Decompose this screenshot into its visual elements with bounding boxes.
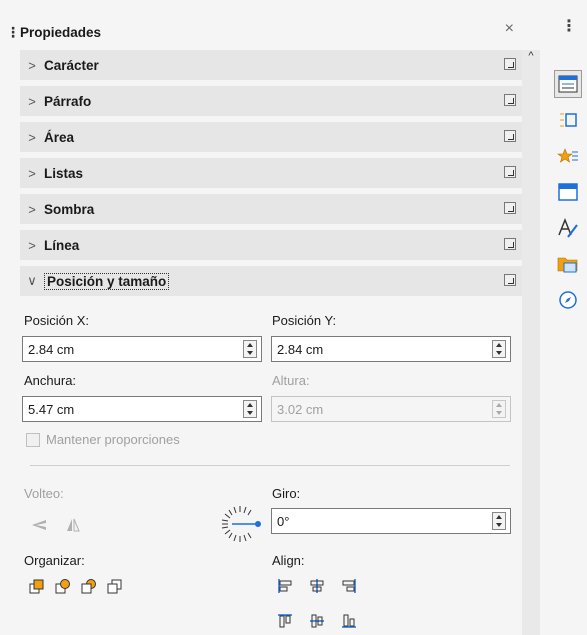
width-label: Anchura: xyxy=(24,373,77,388)
spin-arrows-icon[interactable] xyxy=(492,340,506,358)
rotation-field[interactable]: 0° xyxy=(271,508,511,534)
flip-horizontal-icon xyxy=(62,514,84,536)
properties-icon[interactable] xyxy=(554,70,582,98)
spin-arrows-icon[interactable] xyxy=(243,400,257,418)
page-icon[interactable] xyxy=(554,178,582,206)
rotation-dial-icon[interactable] xyxy=(216,500,264,548)
section-label: Sombra xyxy=(44,201,95,217)
bring-forward-icon[interactable] xyxy=(52,575,74,597)
section-label: Línea xyxy=(44,237,80,253)
keep-ratio-checkbox: Mantener proporciones xyxy=(26,432,180,447)
section-parrafo[interactable]: > Párrafo xyxy=(20,86,522,118)
more-options-icon[interactable] xyxy=(504,202,516,214)
divider xyxy=(30,465,510,466)
section-area[interactable]: > Área xyxy=(20,122,522,154)
chevron-right-icon: > xyxy=(28,165,36,181)
pos-x-value[interactable]: 2.84 cm xyxy=(23,342,243,357)
height-label: Altura: xyxy=(272,373,310,388)
more-options-icon[interactable] xyxy=(504,94,516,106)
gallery-icon[interactable] xyxy=(554,142,582,170)
keep-ratio-label: Mantener proporciones xyxy=(46,432,180,447)
more-options-icon[interactable] xyxy=(504,58,516,70)
chevron-right-icon: > xyxy=(28,237,36,253)
chevron-right-icon: > xyxy=(28,93,36,109)
section-label: Listas xyxy=(44,165,84,181)
checkbox-box xyxy=(26,432,40,447)
chevron-right-icon: > xyxy=(28,201,36,217)
more-options-icon[interactable] xyxy=(504,274,516,286)
align-right-icon[interactable] xyxy=(338,575,360,597)
height-field: 3.02 cm xyxy=(271,396,511,422)
flip-label: Volteo: xyxy=(24,486,64,501)
align-left-icon[interactable] xyxy=(274,575,296,597)
bring-to-front-icon[interactable] xyxy=(26,575,48,597)
align-top-icon[interactable] xyxy=(274,610,296,632)
vertical-scrollbar[interactable]: ^ xyxy=(522,50,540,635)
styles-icon[interactable] xyxy=(554,106,582,134)
align-label: Align: xyxy=(272,553,305,568)
panel-titlebar: ⋮ Propiedades × xyxy=(0,14,524,50)
rotation-value[interactable]: 0° xyxy=(272,514,492,529)
panel-title: Propiedades xyxy=(20,24,102,40)
pos-x-label: Posición X: xyxy=(24,313,90,328)
more-options-icon[interactable] xyxy=(504,238,516,250)
align-center-icon[interactable] xyxy=(306,575,328,597)
width-field[interactable]: 5.47 cm xyxy=(22,396,262,422)
send-backward-icon[interactable] xyxy=(78,575,100,597)
deck-menu-icon[interactable]: ⋮ xyxy=(561,16,577,36)
pos-x-field[interactable]: 2.84 cm xyxy=(22,336,262,362)
navigator-folder-icon[interactable] xyxy=(554,250,582,278)
chevron-right-icon: > xyxy=(28,129,36,145)
scroll-up-arrow-icon[interactable]: ^ xyxy=(522,50,540,68)
section-label: Área xyxy=(44,129,75,145)
style-inspector-icon[interactable] xyxy=(554,214,582,242)
pos-y-value[interactable]: 2.84 cm xyxy=(272,342,492,357)
section-label: Carácter xyxy=(44,57,99,73)
section-sombra[interactable]: > Sombra xyxy=(20,194,522,226)
section-caracter[interactable]: > Carácter xyxy=(20,50,522,82)
arrange-label: Organizar: xyxy=(24,553,85,568)
align-bottom-icon[interactable] xyxy=(338,610,360,632)
section-label: Párrafo xyxy=(44,93,92,109)
rotation-label: Giro: xyxy=(272,486,301,501)
navigator-icon[interactable] xyxy=(554,286,582,314)
more-options-icon[interactable] xyxy=(504,130,516,142)
height-value: 3.02 cm xyxy=(277,401,324,417)
send-to-back-icon[interactable] xyxy=(104,575,126,597)
sidebar-tab-deck: ⋮ xyxy=(548,0,587,635)
flip-vertical-icon xyxy=(28,514,50,536)
chevron-right-icon: > xyxy=(28,57,36,73)
section-listas[interactable]: > Listas xyxy=(20,158,522,190)
align-middle-icon[interactable] xyxy=(306,610,328,632)
spin-arrows-icon xyxy=(492,400,506,418)
pos-y-field[interactable]: 2.84 cm xyxy=(271,336,511,362)
section-posicion-tamano[interactable]: ∨ Posición y tamaño xyxy=(20,266,522,298)
pos-y-label: Posición Y: xyxy=(272,313,337,328)
spin-arrows-icon[interactable] xyxy=(492,512,506,530)
close-icon[interactable]: × xyxy=(505,20,514,38)
section-linea[interactable]: > Línea xyxy=(20,230,522,262)
more-options-icon[interactable] xyxy=(504,166,516,178)
section-label: Posición y tamaño xyxy=(44,272,170,290)
drag-handle-icon[interactable]: ⋮ xyxy=(0,24,20,41)
width-value[interactable]: 5.47 cm xyxy=(23,402,243,417)
spin-arrows-icon[interactable] xyxy=(243,340,257,358)
chevron-down-icon: ∨ xyxy=(27,273,37,288)
properties-panel: ⋮ Propiedades × > Carácter > Párrafo > Á… xyxy=(0,0,524,635)
